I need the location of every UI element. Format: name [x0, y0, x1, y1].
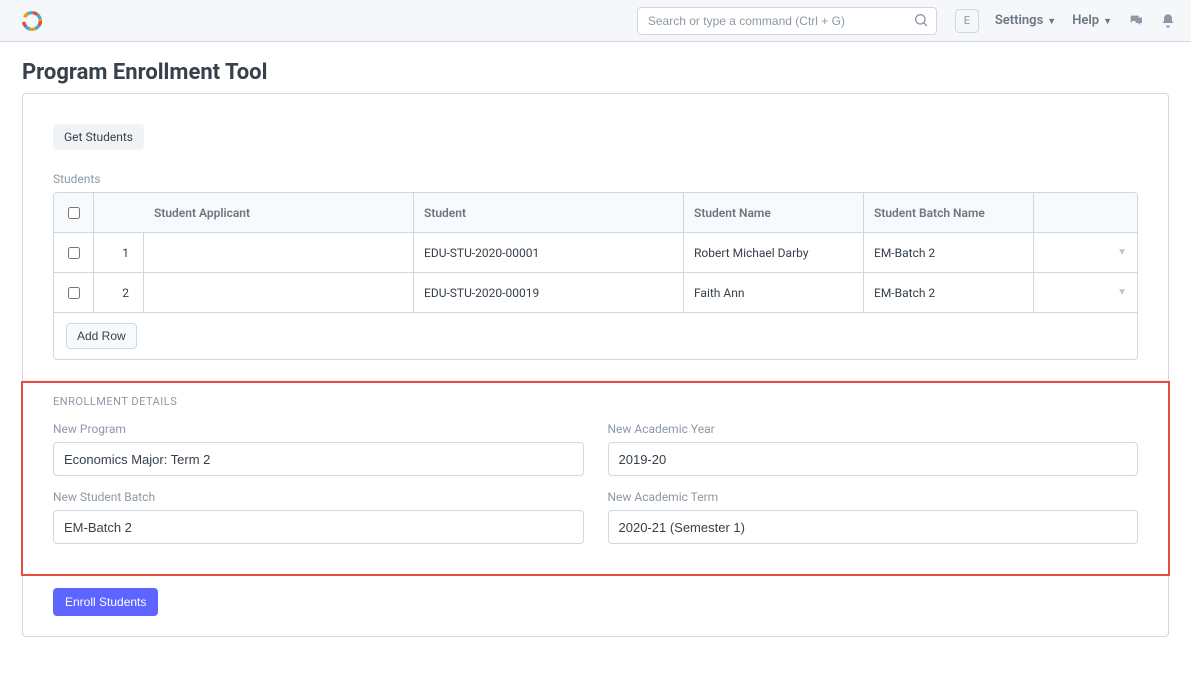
form-card: Get Students Students Student Applicant …	[22, 93, 1169, 637]
help-menu[interactable]: Help ▼	[1072, 13, 1112, 28]
row-applicant[interactable]	[144, 273, 414, 312]
select-all-cell	[54, 193, 94, 232]
enrollment-section: ENROLLMENT DETAILS New Program New Acade…	[23, 380, 1168, 636]
table-header-row: Student Applicant Student Student Name S…	[54, 193, 1137, 233]
row-checkbox[interactable]	[68, 287, 80, 299]
global-search[interactable]	[637, 7, 937, 35]
help-label: Help	[1072, 13, 1099, 28]
chevron-down-icon: ▼	[1117, 247, 1127, 258]
new-batch-input[interactable]	[53, 510, 584, 544]
table-row[interactable]: 1 EDU-STU-2020-00001 Robert Michael Darb…	[54, 233, 1137, 273]
settings-menu[interactable]: Settings ▼	[995, 13, 1056, 28]
chevron-down-icon: ▼	[1047, 16, 1056, 27]
new-program-field: New Program	[53, 422, 584, 476]
new-batch-field: New Student Batch	[53, 490, 584, 544]
row-batch[interactable]: EM-Batch 2	[864, 273, 1034, 312]
row-action[interactable]: ▼	[1034, 273, 1137, 312]
enrollment-section-title: ENROLLMENT DETAILS	[23, 395, 1168, 408]
user-badge[interactable]: E	[955, 9, 979, 33]
chevron-down-icon: ▼	[1103, 16, 1112, 27]
add-row-bar: Add Row	[53, 313, 1138, 360]
page-header: Program Enrollment Tool	[0, 42, 1191, 93]
col-header-name: Student Name	[684, 193, 864, 232]
chevron-down-icon: ▼	[1117, 287, 1127, 298]
row-checkbox[interactable]	[68, 247, 80, 259]
students-label: Students	[53, 172, 1138, 186]
col-header-applicant: Student Applicant	[144, 193, 414, 232]
new-year-field: New Academic Year	[608, 422, 1139, 476]
new-term-input[interactable]	[608, 510, 1139, 544]
row-action[interactable]: ▼	[1034, 233, 1137, 272]
col-header-action	[1034, 193, 1137, 232]
enrollment-highlight: ENROLLMENT DETAILS New Program New Acade…	[21, 381, 1170, 576]
col-header-batch: Student Batch Name	[864, 193, 1034, 232]
row-check-cell	[54, 273, 94, 312]
students-section: Get Students Students Student Applicant …	[23, 94, 1168, 380]
search-input[interactable]	[637, 7, 937, 35]
table-row[interactable]: 2 EDU-STU-2020-00019 Faith Ann EM-Batch …	[54, 273, 1137, 313]
row-batch[interactable]: EM-Batch 2	[864, 233, 1034, 272]
select-all-checkbox[interactable]	[68, 207, 80, 219]
settings-label: Settings	[995, 13, 1043, 28]
new-batch-label: New Student Batch	[53, 490, 584, 504]
row-student[interactable]: EDU-STU-2020-00019	[414, 273, 684, 312]
enroll-students-button[interactable]: Enroll Students	[53, 588, 158, 616]
new-year-input[interactable]	[608, 442, 1139, 476]
col-header-student: Student	[414, 193, 684, 232]
get-students-button[interactable]: Get Students	[53, 124, 144, 150]
new-year-label: New Academic Year	[608, 422, 1139, 436]
app-logo[interactable]	[22, 11, 42, 31]
new-term-field: New Academic Term	[608, 490, 1139, 544]
row-applicant[interactable]	[144, 233, 414, 272]
row-name[interactable]: Robert Michael Darby	[684, 233, 864, 272]
bell-icon[interactable]	[1160, 13, 1176, 29]
chat-icon[interactable]	[1128, 13, 1144, 29]
row-check-cell	[54, 233, 94, 272]
new-program-input[interactable]	[53, 442, 584, 476]
row-name[interactable]: Faith Ann	[684, 273, 864, 312]
row-student[interactable]: EDU-STU-2020-00001	[414, 233, 684, 272]
new-program-label: New Program	[53, 422, 584, 436]
row-index: 2	[94, 273, 144, 312]
col-header-index	[94, 193, 144, 232]
add-row-button[interactable]: Add Row	[66, 323, 137, 349]
students-table: Student Applicant Student Student Name S…	[53, 192, 1138, 313]
new-term-label: New Academic Term	[608, 490, 1139, 504]
navbar: E Settings ▼ Help ▼	[0, 0, 1191, 42]
page-title: Program Enrollment Tool	[22, 60, 1169, 85]
row-index: 1	[94, 233, 144, 272]
